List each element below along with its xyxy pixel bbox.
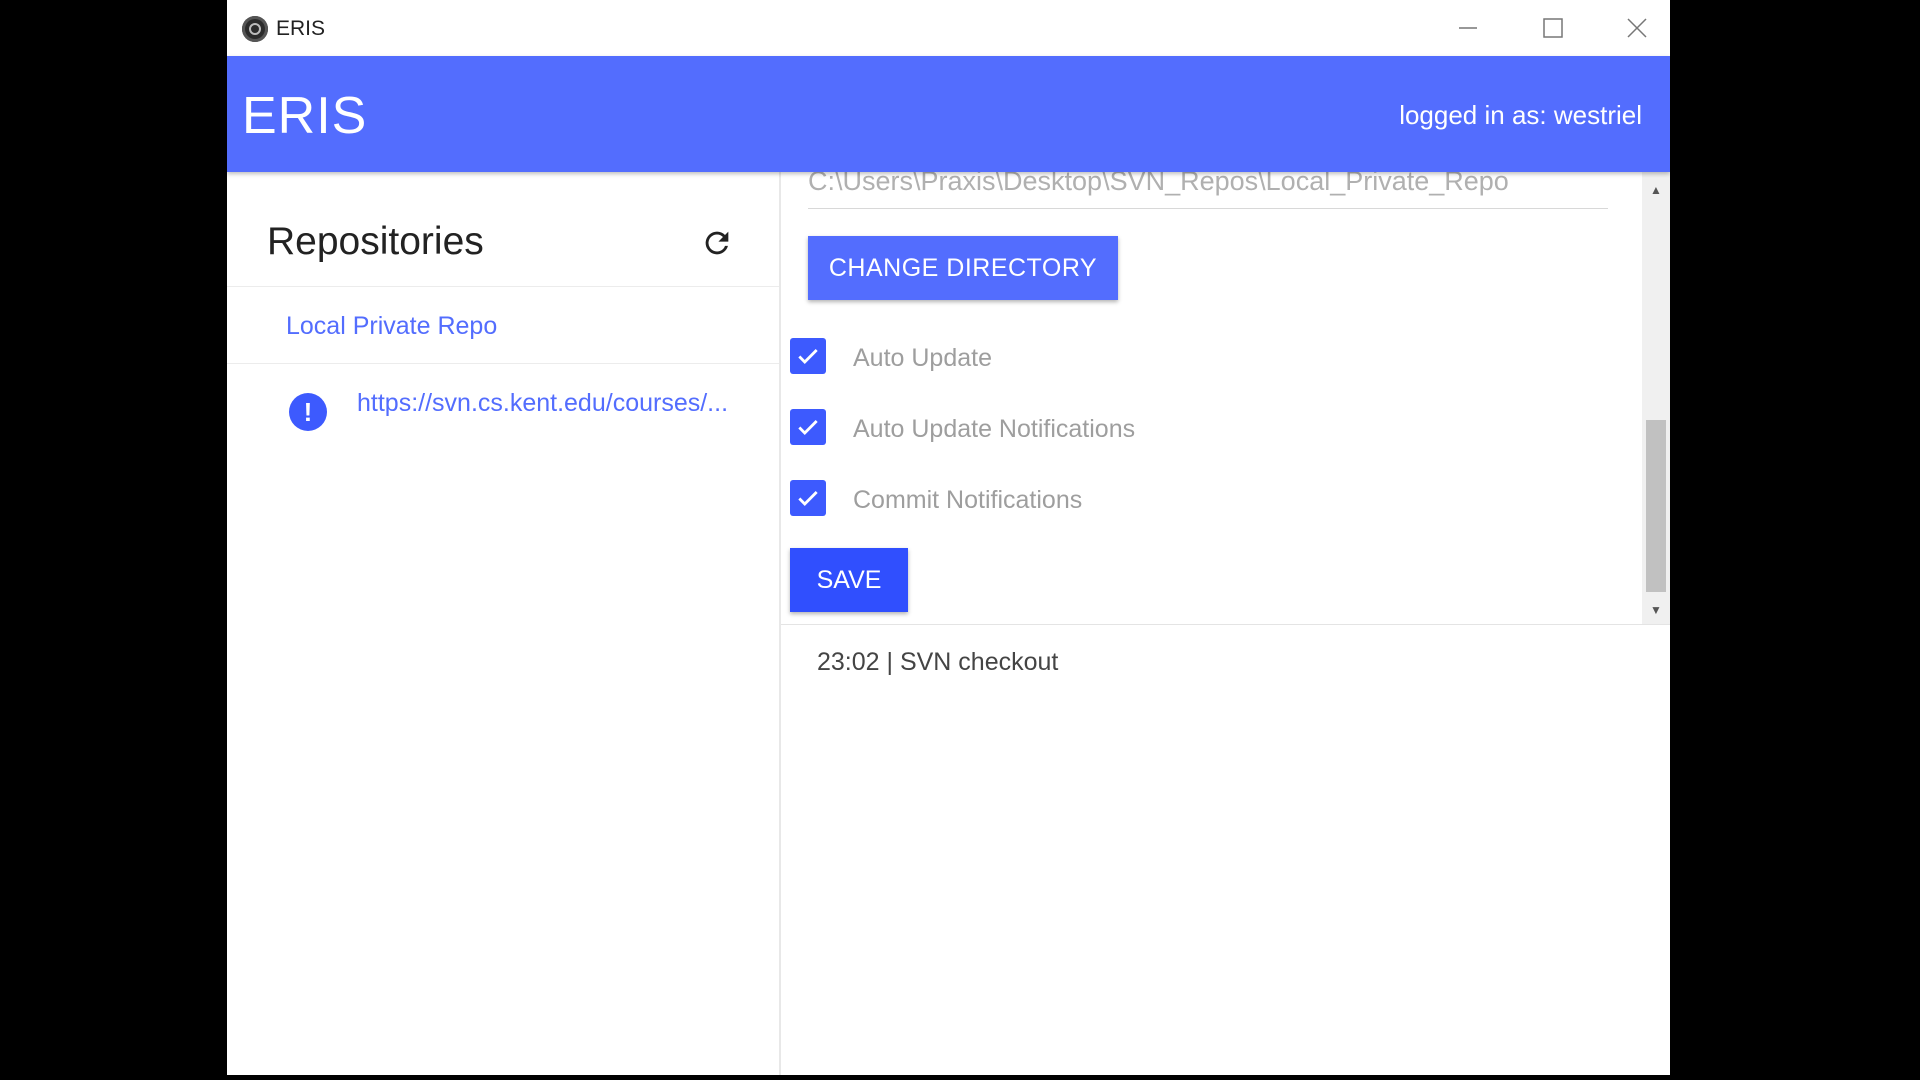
commit-notifications-option[interactable]: Commit Notifications bbox=[790, 476, 1390, 520]
checkmark-icon bbox=[798, 420, 818, 435]
scroll-thumb[interactable] bbox=[1646, 420, 1666, 592]
sidebar-title: Repositories bbox=[267, 220, 484, 263]
directory-path-field[interactable]: C:\Users\Praxis\Desktop\SVN_Repos\Local_… bbox=[808, 172, 1608, 209]
commit-notifications-label: Commit Notifications bbox=[853, 486, 1083, 514]
settings-scrollbar[interactable]: ▲ ▼ bbox=[1642, 172, 1670, 624]
close-button[interactable] bbox=[1595, 0, 1670, 56]
user-status: logged in as: westriel bbox=[1399, 100, 1642, 130]
auto-update-notifications-checkbox[interactable] bbox=[790, 409, 826, 445]
repo-item-svn-remote[interactable]: ! https://svn.cs.kent.edu/courses/... bbox=[227, 363, 779, 438]
repo-item-local-private[interactable]: Local Private Repo bbox=[227, 288, 779, 364]
window-title: ERIS bbox=[276, 17, 326, 40]
auto-update-checkbox[interactable] bbox=[790, 338, 826, 374]
auto-update-option[interactable]: Auto Update bbox=[790, 334, 1390, 378]
checkmark-icon bbox=[798, 491, 818, 506]
repositories-sidebar: Repositories Local Private Repo ! https:… bbox=[227, 172, 781, 1075]
minimize-icon bbox=[1459, 27, 1477, 29]
app-logo-icon bbox=[242, 16, 268, 42]
commit-notifications-checkbox[interactable] bbox=[790, 480, 826, 516]
maximize-button[interactable] bbox=[1511, 0, 1595, 56]
app-window: ERIS ERIS logged in as: westriel Reposit… bbox=[227, 0, 1670, 1075]
scroll-up-arrow-icon[interactable]: ▲ bbox=[1642, 180, 1670, 200]
repo-label: https://svn.cs.kent.edu/courses/... bbox=[357, 389, 729, 417]
divider bbox=[781, 624, 1670, 625]
change-directory-button[interactable]: CHANGE DIRECTORY bbox=[808, 236, 1118, 300]
scroll-down-arrow-icon[interactable]: ▼ bbox=[1642, 600, 1670, 620]
alert-icon: ! bbox=[289, 393, 327, 431]
maximize-icon bbox=[1543, 18, 1563, 38]
app-title: ERIS bbox=[242, 87, 368, 145]
app-header: ERIS logged in as: westriel bbox=[227, 56, 1670, 172]
refresh-button[interactable] bbox=[697, 223, 737, 263]
auto-update-notifications-option[interactable]: Auto Update Notifications bbox=[790, 405, 1390, 449]
repo-label: Local Private Repo bbox=[286, 312, 498, 340]
divider bbox=[227, 286, 779, 287]
checkmark-icon bbox=[798, 349, 818, 364]
auto-update-label: Auto Update bbox=[853, 344, 992, 372]
save-button[interactable]: SAVE bbox=[790, 548, 908, 612]
repo-settings-panel: C:\Users\Praxis\Desktop\SVN_Repos\Local_… bbox=[781, 172, 1670, 624]
close-icon bbox=[1627, 18, 1647, 38]
minimize-button[interactable] bbox=[1426, 0, 1510, 56]
auto-update-notifications-label: Auto Update Notifications bbox=[853, 415, 1136, 443]
log-entry: 23:02 | SVN checkout bbox=[817, 648, 1059, 676]
directory-path-value: C:\Users\Praxis\Desktop\SVN_Repos\Local_… bbox=[808, 172, 1509, 196]
title-bar[interactable]: ERIS bbox=[227, 0, 1670, 57]
refresh-icon bbox=[705, 231, 729, 255]
